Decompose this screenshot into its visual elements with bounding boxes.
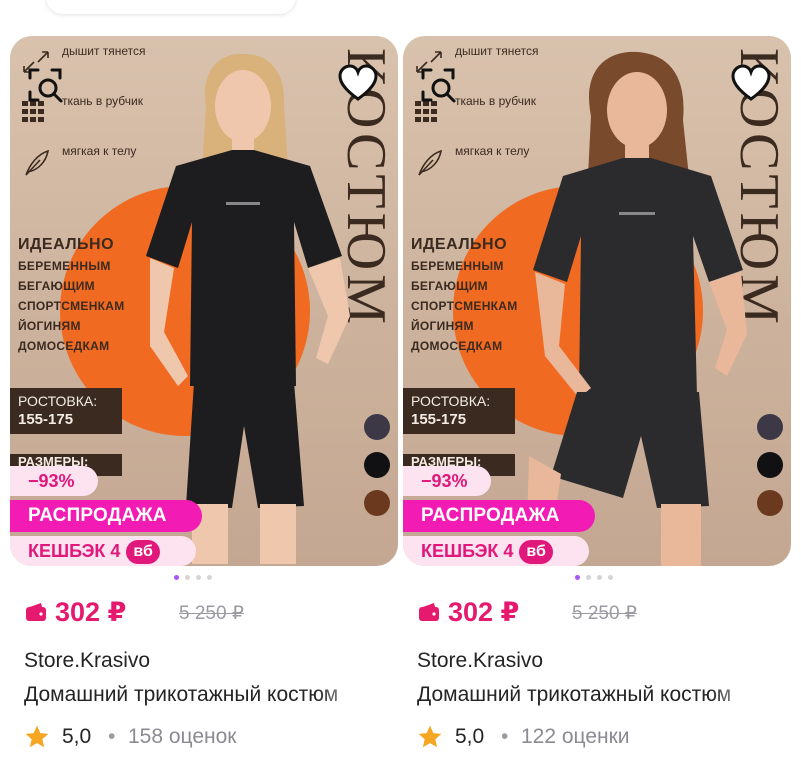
old-price: 5 250 ₽ bbox=[572, 603, 637, 624]
wb-badge: вб bbox=[126, 540, 160, 564]
current-price: 302 ₽ bbox=[55, 597, 127, 627]
search-bar-edge[interactable] bbox=[46, 0, 296, 14]
star-icon bbox=[25, 725, 49, 748]
rating-row: 5,0 • 122 оценки bbox=[417, 722, 777, 754]
rating-row: 5,0 • 158 оценок bbox=[24, 722, 384, 754]
rating-value: 5,0 bbox=[62, 725, 92, 748]
cashback-badge: КЕШБЭК 4 вб bbox=[10, 536, 196, 566]
brand-name[interactable]: Store.Krasivo bbox=[417, 647, 543, 675]
discount-badge: −93% bbox=[10, 466, 98, 496]
carousel-dot[interactable] bbox=[597, 575, 602, 580]
old-price: 5 250 ₽ bbox=[179, 603, 244, 624]
heart-outline-icon[interactable] bbox=[336, 62, 380, 106]
heart-outline-icon[interactable] bbox=[729, 62, 773, 106]
product-photo[interactable]: КОСТЮМ дышит тянется ткань в рубчик мягк… bbox=[403, 36, 791, 566]
carousel-dot[interactable] bbox=[174, 575, 179, 580]
feather-icon bbox=[418, 149, 443, 176]
price-row: 302 ₽ 5 250 ₽ bbox=[417, 594, 777, 634]
color-swatch-gray bbox=[364, 414, 390, 440]
color-swatch-brown bbox=[757, 490, 783, 516]
height-range-box: РОСТОВКА: 155-175 bbox=[10, 388, 122, 434]
product-card[interactable]: КОСТЮМ дышит тянется ткань в рубчик мягк… bbox=[403, 36, 791, 748]
wb-badge: вб bbox=[519, 540, 553, 564]
sale-badge: РАСПРОДАЖА bbox=[10, 500, 202, 532]
feather-icon bbox=[25, 149, 50, 176]
color-swatch-black bbox=[364, 452, 390, 478]
image-search-icon[interactable] bbox=[417, 64, 461, 108]
carousel-dot[interactable] bbox=[185, 575, 190, 580]
reviews-count[interactable]: 158 оценок bbox=[128, 722, 237, 752]
color-swatch-gray bbox=[757, 414, 783, 440]
discount-badge: −93% bbox=[403, 466, 491, 496]
carousel-dot[interactable] bbox=[207, 575, 212, 580]
wallet-icon bbox=[419, 603, 439, 621]
carousel-dot[interactable] bbox=[608, 575, 613, 580]
rating-value: 5,0 bbox=[455, 725, 485, 748]
product-title[interactable]: Домашний трикотажный костюм bbox=[24, 681, 376, 709]
product-photo[interactable]: КОСТЮМ дышит тянется ткань в рубчик мягк… bbox=[10, 36, 398, 566]
product-title[interactable]: Домашний трикотажный костюм bbox=[417, 681, 769, 709]
model-figure bbox=[527, 51, 747, 566]
current-price: 302 ₽ bbox=[448, 597, 520, 627]
separator-dot: • bbox=[501, 725, 509, 748]
separator-dot: • bbox=[108, 725, 116, 748]
model-figure bbox=[146, 53, 350, 564]
cashback-badge: КЕШБЭК 4 вб bbox=[403, 536, 589, 566]
height-range-box: РОСТОВКА: 155-175 bbox=[403, 388, 515, 434]
product-card[interactable]: КОСТЮМ дышит тянется ткань в рубчик мягк… bbox=[10, 36, 398, 748]
brand-name[interactable]: Store.Krasivo bbox=[24, 647, 150, 675]
star-icon bbox=[418, 725, 442, 748]
carousel-dot[interactable] bbox=[586, 575, 591, 580]
image-search-icon[interactable] bbox=[24, 64, 68, 108]
color-swatch-black bbox=[757, 452, 783, 478]
reviews-count[interactable]: 122 оценки bbox=[521, 722, 630, 752]
color-swatch-brown bbox=[364, 490, 390, 516]
price-row: 302 ₽ 5 250 ₽ bbox=[24, 594, 384, 634]
wallet-icon bbox=[26, 603, 46, 621]
carousel-dot[interactable] bbox=[575, 575, 580, 580]
sale-badge: РАСПРОДАЖА bbox=[403, 500, 595, 532]
carousel-dot[interactable] bbox=[196, 575, 201, 580]
